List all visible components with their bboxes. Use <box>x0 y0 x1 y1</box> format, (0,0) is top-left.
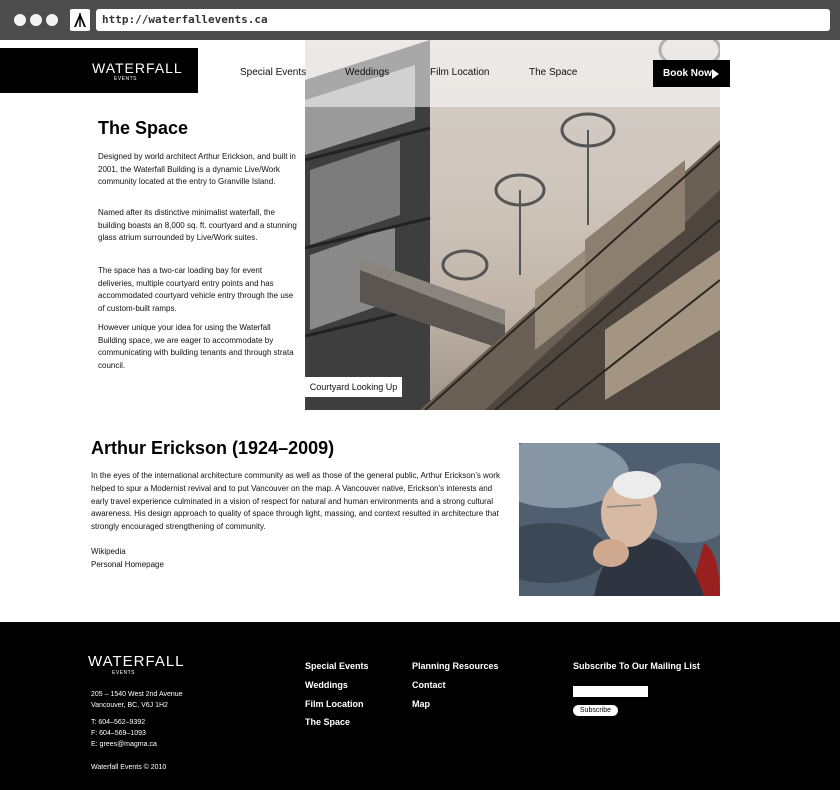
window-close-dot[interactable] <box>14 14 26 26</box>
arthur-erickson-heading: Arthur Erickson (1924–2009) <box>91 438 335 458</box>
footer-link-film-location[interactable]: Film Location <box>305 699 364 709</box>
book-now-button[interactable]: Book Now <box>653 60 730 87</box>
address-line-2: Vancouver, BC, V6J 1H2 <box>91 702 168 709</box>
footer-link-the-space[interactable]: The Space <box>305 717 350 727</box>
logo-subtext: EVENTS <box>112 670 136 676</box>
footer-link-planning-resources[interactable]: Planning Resources <box>412 661 499 671</box>
book-now-label: Book Now <box>663 68 712 79</box>
phone-number: T: 604–562–9392 <box>91 719 146 726</box>
wikipedia-link[interactable]: Wikipedia <box>91 547 126 556</box>
copyright: Waterfall Events © 2010 <box>91 764 167 771</box>
space-paragraph: The space has a two-car loading bay for … <box>98 266 294 313</box>
email-address: E: grees@magma.ca <box>91 741 157 748</box>
mailing-list-email-input[interactable] <box>573 686 648 697</box>
logo-wordmark: WATERFALL EVENTS <box>92 60 183 82</box>
space-paragraph: Designed by world architect Arthur Erick… <box>98 152 296 187</box>
nav-special-events[interactable]: Special Events <box>240 67 306 78</box>
space-paragraph: Named after its distinctive minimalist w… <box>98 208 297 243</box>
window-maximize-dot[interactable] <box>46 14 58 26</box>
mailing-list-heading: Subscribe To Our Mailing List <box>573 661 700 671</box>
browser-chrome: http://waterfallevents.ca <box>0 0 840 40</box>
address-line-1: 205 – 1540 West 2nd Avenue <box>91 691 183 698</box>
nav-film-location[interactable]: Film Location <box>430 67 489 78</box>
subscribe-button[interactable]: Subscribe <box>573 705 618 716</box>
address-bar[interactable]: http://waterfallevents.ca <box>96 9 830 31</box>
page-title: The Space <box>98 118 189 138</box>
personal-homepage-link[interactable]: Personal Homepage <box>91 560 164 569</box>
space-paragraph: However unique your idea for using the W… <box>98 323 294 370</box>
footer-link-special-events[interactable]: Special Events <box>305 661 369 671</box>
footer-link-weddings[interactable]: Weddings <box>305 680 348 690</box>
window-minimize-dot[interactable] <box>30 14 42 26</box>
arthur-erickson-portrait <box>519 443 720 596</box>
footer-link-map[interactable]: Map <box>412 699 430 709</box>
play-arrow-icon <box>712 69 719 79</box>
logo-text: WATERFALL <box>88 653 185 670</box>
hero-image <box>305 40 720 410</box>
header-logo[interactable]: WATERFALL EVENTS <box>0 48 198 93</box>
logo-text: WATERFALL <box>92 60 183 76</box>
fax-number: F: 604–569–1093 <box>91 730 146 737</box>
hero-caption: Courtyard Looking Up <box>305 377 402 397</box>
site-footer: WATERFALL EVENTS 205 – 1540 West 2nd Ave… <box>0 622 840 790</box>
footer-logo[interactable]: WATERFALL EVENTS <box>88 653 185 676</box>
logo-subtext: EVENTS <box>114 76 138 82</box>
nav-the-space[interactable]: The Space <box>529 67 577 78</box>
footer-link-contact[interactable]: Contact <box>412 680 446 690</box>
site-favicon-icon <box>70 9 90 31</box>
nav-weddings[interactable]: Weddings <box>345 67 389 78</box>
arthur-erickson-bio: In the eyes of the international archite… <box>91 471 500 532</box>
